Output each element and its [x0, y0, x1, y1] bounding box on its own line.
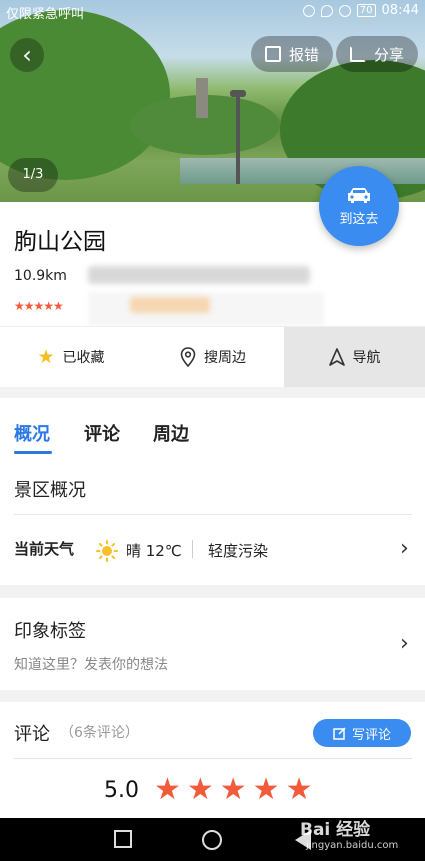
tab-comments[interactable]: 评论 — [84, 420, 120, 446]
tab-nearby[interactable]: 周边 — [153, 420, 189, 446]
weather-text: 晴 12℃ — [126, 542, 182, 560]
status-carrier-text: 仅限紧急呼叫 — [6, 7, 85, 22]
watermark-url: jingyan.baidu.com — [306, 840, 399, 851]
nfc-icon — [302, 4, 315, 17]
watermark-logo: Bai 经验 — [300, 820, 371, 840]
report-error-button[interactable]: 报错 — [251, 36, 334, 72]
photo-counter: 1/3 — [8, 158, 58, 192]
write-comment-button[interactable]: 写评论 — [313, 719, 411, 747]
home-button[interactable] — [202, 830, 222, 850]
status-time: 08:44 — [381, 3, 419, 18]
chevron-left-icon: ‹ — [22, 41, 32, 69]
comments-card: 评论 （6条评论） 写评论 5.0 ★★★★★ — [0, 702, 425, 818]
tab-overview[interactable]: 概况 — [14, 420, 50, 446]
sun-icon — [96, 540, 118, 562]
report-error-label: 报错 — [289, 45, 320, 64]
active-tab-indicator — [14, 451, 52, 454]
share-button[interactable]: 分享 — [336, 36, 419, 72]
status-bar: 仅限紧急呼叫 70 08:44 — [0, 0, 425, 22]
scenic-overview-heading: 景区概况 — [14, 480, 86, 501]
photo-tree — [0, 10, 170, 180]
location-pin-icon — [180, 347, 196, 367]
rating-score: 5.0 — [104, 778, 139, 803]
back-button[interactable]: ‹ — [10, 38, 44, 72]
edit-icon — [265, 46, 281, 62]
divider — [14, 514, 412, 515]
impression-tags-title: 印象标签 — [14, 621, 86, 642]
impression-tags-hint: 知道这里？发表你的想法 — [14, 657, 168, 673]
navigate-button[interactable]: 导航 — [284, 327, 425, 387]
status-icons: 70 08:44 — [302, 3, 419, 18]
recent-apps-button[interactable] — [114, 830, 132, 848]
weather-separator — [192, 540, 193, 558]
wifi-icon — [338, 4, 351, 17]
share-label: 分享 — [374, 45, 405, 64]
air-quality-text: 轻度污染 — [208, 542, 269, 560]
blurred-tag — [130, 297, 210, 313]
share-icon — [350, 46, 366, 62]
rating-stars-small: ★★★★★ — [14, 299, 64, 313]
navigate-label: 导航 — [352, 350, 381, 366]
action-bar: ★ 已收藏 搜周边 导航 — [0, 326, 425, 387]
divider — [14, 758, 412, 759]
blurred-address — [88, 266, 310, 284]
weather-row[interactable]: 当前天气 晴 12℃ 轻度污染 › — [0, 526, 425, 574]
go-here-label: 到这去 — [339, 212, 379, 227]
photo-pagoda — [196, 78, 208, 118]
edit-icon — [333, 726, 346, 740]
navigation-arrow-icon — [328, 348, 345, 366]
chevron-right-icon: › — [400, 536, 409, 561]
photo-lamp-head — [230, 90, 246, 97]
comments-count: （6条评论） — [60, 725, 139, 741]
go-here-button[interactable]: 到这去 — [319, 166, 399, 246]
place-distance: 10.9km — [14, 268, 67, 284]
search-nearby-label: 搜周边 — [204, 350, 246, 366]
favorite-button[interactable]: ★ 已收藏 — [0, 327, 142, 387]
write-comment-label: 写评论 — [351, 727, 391, 743]
search-nearby-button[interactable]: 搜周边 — [142, 327, 284, 387]
car-icon — [346, 186, 372, 204]
rating-stars: ★★★★★ — [154, 772, 319, 807]
weather-label: 当前天气 — [14, 540, 75, 558]
favorite-label: 已收藏 — [62, 350, 105, 366]
photo-lamp — [236, 94, 240, 184]
battery-icon: 70 — [356, 4, 376, 17]
impression-tags-card[interactable]: 印象标签 知道这里？发表你的想法 › — [0, 598, 425, 690]
location-icon — [320, 4, 333, 17]
star-icon: ★ — [37, 346, 55, 368]
chevron-right-icon: › — [400, 631, 409, 656]
comments-title: 评论 — [14, 724, 50, 745]
place-name: 朐山公园 — [14, 229, 106, 255]
